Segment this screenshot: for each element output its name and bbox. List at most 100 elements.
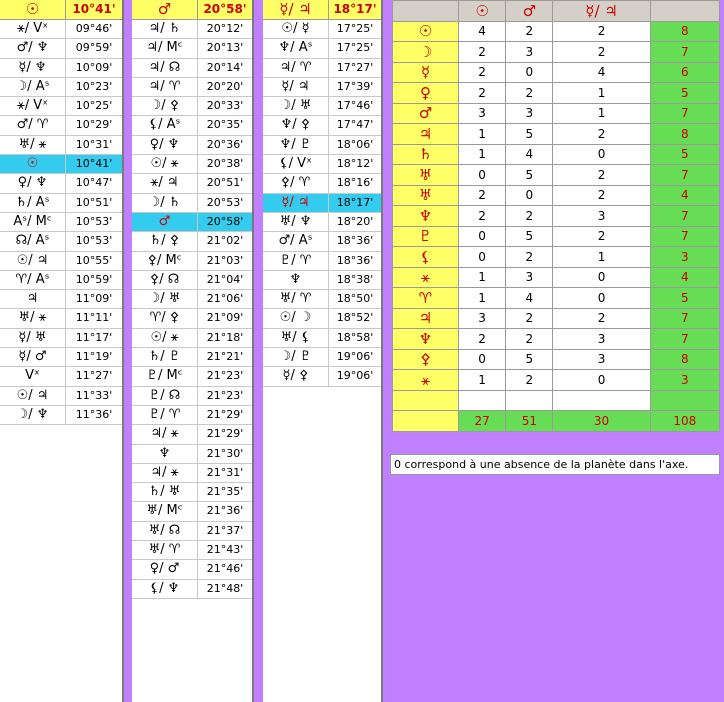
list-item[interactable]: ♃/ ⚹ 21°31' bbox=[132, 463, 252, 484]
list-item[interactable]: ☉/ ☿ 17°25' bbox=[263, 20, 381, 40]
list-item[interactable]: ☉/ ♃ 11°33' bbox=[0, 386, 122, 406]
list-item[interactable]: ☿/ ♂ 11°19' bbox=[0, 348, 122, 368]
list-item[interactable]: ♅/ ⚹ 10°31' bbox=[0, 135, 122, 156]
list-item[interactable]: ☉/ ⚹ 21°18' bbox=[132, 328, 252, 349]
list-item[interactable]: ♇/ Mᶜ 21°23' bbox=[132, 367, 252, 387]
list-item[interactable]: ♆ 21°30' bbox=[132, 444, 252, 464]
list-item[interactable]: ⚹/ ♃ 20°51' bbox=[132, 174, 252, 194]
list-item[interactable]: ♃/ ☊ 20°14' bbox=[132, 58, 252, 78]
count-cell: 3 bbox=[457, 307, 507, 329]
count-cell: 4 bbox=[505, 287, 554, 309]
list-item[interactable]: ♃/ ♄ 20°12' bbox=[132, 20, 252, 40]
list-item[interactable]: ☿/ ♃ 18°17' bbox=[263, 193, 381, 213]
count-cell: 3 bbox=[457, 102, 507, 124]
list-item[interactable]: ♅/ ☊ 21°37' bbox=[132, 521, 252, 542]
list-item[interactable]: ☉/ ♃ 10°55' bbox=[0, 251, 122, 271]
table-row: ☉ 4 2 2 8 bbox=[392, 20, 721, 42]
list-item[interactable]: ♆/ ⚴ 17°47' bbox=[263, 116, 381, 136]
total-cell: 7 bbox=[649, 102, 721, 124]
list-item[interactable]: ♅/ Mᶜ 21°36' bbox=[132, 502, 252, 522]
midpoint-degree: 18°58' bbox=[336, 330, 374, 344]
list-item[interactable]: ♄/ ♇ 21°21' bbox=[132, 348, 252, 368]
list-item[interactable]: ♀/ ♆ 20°36' bbox=[132, 135, 252, 156]
list-item[interactable]: ☽/ ♅ 17°46' bbox=[263, 97, 381, 117]
list-item[interactable]: ⚸/ Vˣ 18°12' bbox=[263, 155, 381, 175]
list-item[interactable]: ☽/ ⚴ 20°33' bbox=[132, 97, 252, 117]
list-item[interactable]: ♂/ Aˢ 18°36' bbox=[263, 232, 381, 252]
list-item[interactable]: ☉/ ☽ 18°52' bbox=[263, 309, 381, 329]
list-item[interactable]: ☽/ ♅ 21°06' bbox=[132, 290, 252, 310]
list-item[interactable]: ☽/ Aˢ 10°23' bbox=[0, 77, 122, 98]
list-item[interactable]: ⚴/ ♈ 18°16' bbox=[263, 174, 381, 194]
list-item[interactable]: ⚴/ ☊ 21°04' bbox=[132, 270, 252, 291]
list-item[interactable]: ⚸/ Aˢ 20°35' bbox=[132, 116, 252, 136]
list-item[interactable]: ♃/ ⚹ 21°29' bbox=[132, 425, 252, 445]
panel-degree: 10°41' bbox=[72, 2, 116, 16]
table-sum-row: 27 51 30 108 bbox=[392, 410, 721, 432]
midpoint-label: ♀/ ♂ bbox=[132, 560, 198, 579]
midpoint-degree: 11°27' bbox=[75, 369, 113, 383]
list-item[interactable]: ♅/ ♈ 18°50' bbox=[263, 290, 381, 310]
midpoint-label: ♃/ ☊ bbox=[132, 58, 198, 77]
list-item[interactable]: ♃/ Mᶜ 20°13' bbox=[132, 39, 252, 59]
list-item[interactable]: ☽/ ♆ 11°36' bbox=[0, 405, 122, 426]
count-cell: 1 bbox=[457, 266, 507, 288]
list-item[interactable]: ♈/ Aˢ 10°59' bbox=[0, 270, 122, 291]
list-item[interactable]: ♄/ Aˢ 10°51' bbox=[0, 193, 122, 213]
list-item[interactable]: ☉/ ⚹ 20°38' bbox=[132, 155, 252, 175]
list-item[interactable]: ♆ 18°38' bbox=[263, 270, 381, 291]
list-item[interactable]: Vˣ 11°27' bbox=[0, 367, 122, 387]
count-cell: 2 bbox=[457, 82, 507, 104]
list-item[interactable]: ♆/ ♇ 18°06' bbox=[263, 135, 381, 156]
midpoint-label: ☿/ ♅ bbox=[0, 328, 66, 348]
list-item[interactable]: ♄/ ⚴ 21°02' bbox=[132, 232, 252, 252]
midpoint-label: ⚴/ ☊ bbox=[132, 270, 198, 290]
midpoint-label: ♂ bbox=[132, 212, 198, 232]
header-mars: ♂ bbox=[505, 0, 554, 22]
list-item[interactable]: ☉ 10°41' bbox=[0, 155, 122, 175]
list-item[interactable]: ⚸/ ♆ 21°48' bbox=[132, 579, 252, 599]
list-item[interactable]: ♇/ ♈ 18°36' bbox=[263, 251, 381, 271]
list-item[interactable]: ♂ 20°58' bbox=[132, 212, 252, 233]
list-item[interactable]: ♃/ ♈ 20°20' bbox=[132, 77, 252, 98]
total-cell: 8 bbox=[649, 348, 721, 370]
list-item[interactable]: ♂/ ♈ 10°29' bbox=[0, 116, 122, 136]
list-item[interactable]: ♃/ ♈ 17°27' bbox=[263, 58, 381, 78]
list-item[interactable]: ♀/ ♂ 21°46' bbox=[132, 560, 252, 580]
list-item[interactable]: ☿/ ♅ 11°17' bbox=[0, 328, 122, 349]
list-item[interactable]: ♇/ ♈ 21°29' bbox=[132, 405, 252, 426]
midpoint-degree: 21°43' bbox=[206, 543, 244, 557]
list-item[interactable]: ♂/ ♆ 09°59' bbox=[0, 39, 122, 59]
panel-symbol: ☉ bbox=[0, 0, 66, 19]
midpoint-label: ☉/ ☿ bbox=[263, 20, 329, 39]
midpoint-degree: 10°41' bbox=[66, 155, 122, 174]
list-item[interactable]: ⚹/ Vˣ 10°25' bbox=[0, 97, 122, 117]
list-item[interactable]: ⚹/ Vˣ 09°46' bbox=[0, 20, 122, 40]
midpoint-label: ⚹/ Vˣ bbox=[0, 20, 66, 39]
list-item[interactable]: ☿/ ♃ 17°39' bbox=[263, 77, 381, 98]
list-item[interactable]: ♆/ Aˢ 17°25' bbox=[263, 39, 381, 59]
midpoint-label: Aˢ/ Mᶜ bbox=[0, 212, 66, 232]
count-cell: 2 bbox=[505, 246, 554, 268]
list-item[interactable]: ☿/ ⚴ 19°06' bbox=[263, 367, 381, 387]
list-item[interactable]: ♀/ ♆ 10°47' bbox=[0, 174, 122, 194]
midpoint-label: ♅/ ⚸ bbox=[263, 328, 329, 348]
list-item[interactable]: ☿/ ♆ 10°09' bbox=[0, 58, 122, 78]
list-item[interactable]: Aˢ/ Mᶜ 10°53' bbox=[0, 212, 122, 233]
list-item[interactable]: ♅/ ♈ 21°43' bbox=[132, 541, 252, 561]
list-item[interactable]: ♅/ ⚹ 11°11' bbox=[0, 309, 122, 329]
midpoint-label: ☽/ ⚴ bbox=[132, 97, 198, 116]
list-item[interactable]: ☽/ ♄ 20°53' bbox=[132, 193, 252, 213]
list-item[interactable]: ♃ 11°09' bbox=[0, 290, 122, 310]
list-item[interactable]: ♅/ ⚸ 18°58' bbox=[263, 328, 381, 349]
list-item[interactable]: ♄/ ♅ 21°35' bbox=[132, 483, 252, 503]
list-item[interactable]: ♈/ ⚴ 21°09' bbox=[132, 309, 252, 329]
table-row: ⚹ 1 2 0 3 bbox=[392, 369, 721, 391]
count-cell: 2 bbox=[505, 20, 554, 42]
list-item[interactable]: ♇/ ☊ 21°23' bbox=[132, 386, 252, 406]
list-item[interactable]: ♅/ ♆ 18°20' bbox=[263, 212, 381, 233]
list-item[interactable]: ☊/ Aˢ 10°53' bbox=[0, 232, 122, 252]
list-item[interactable]: ☽/ ♇ 19°06' bbox=[263, 348, 381, 368]
midpoint-label: ☿/ ⚴ bbox=[263, 367, 329, 386]
list-item[interactable]: ⚴/ Mᶜ 21°03' bbox=[132, 251, 252, 271]
